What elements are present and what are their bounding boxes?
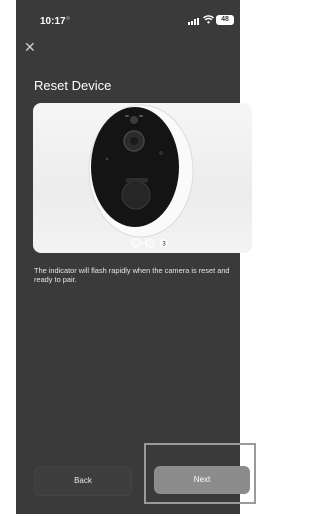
page-title: Reset Device xyxy=(34,78,112,93)
battery-icon: 48 xyxy=(216,15,234,25)
close-icon[interactable]: ✕ xyxy=(24,40,36,54)
camera-image: 1 2 3 xyxy=(88,104,194,248)
back-button[interactable]: Back xyxy=(34,466,132,496)
status-bar: 10:17 48 xyxy=(16,0,240,36)
status-time: 10:17 xyxy=(40,16,66,27)
wifi-icon xyxy=(203,15,214,24)
instruction-text: The indicator will flash rapidly when th… xyxy=(34,266,230,284)
next-button[interactable]: Next xyxy=(154,466,250,494)
app-screen: 10:17 48 ✕ Reset Device 1 2 3 The indica… xyxy=(16,0,256,514)
location-icon xyxy=(66,16,70,20)
device-illustration: 1 2 3 xyxy=(33,103,252,253)
cellular-signal-icon xyxy=(188,18,199,25)
